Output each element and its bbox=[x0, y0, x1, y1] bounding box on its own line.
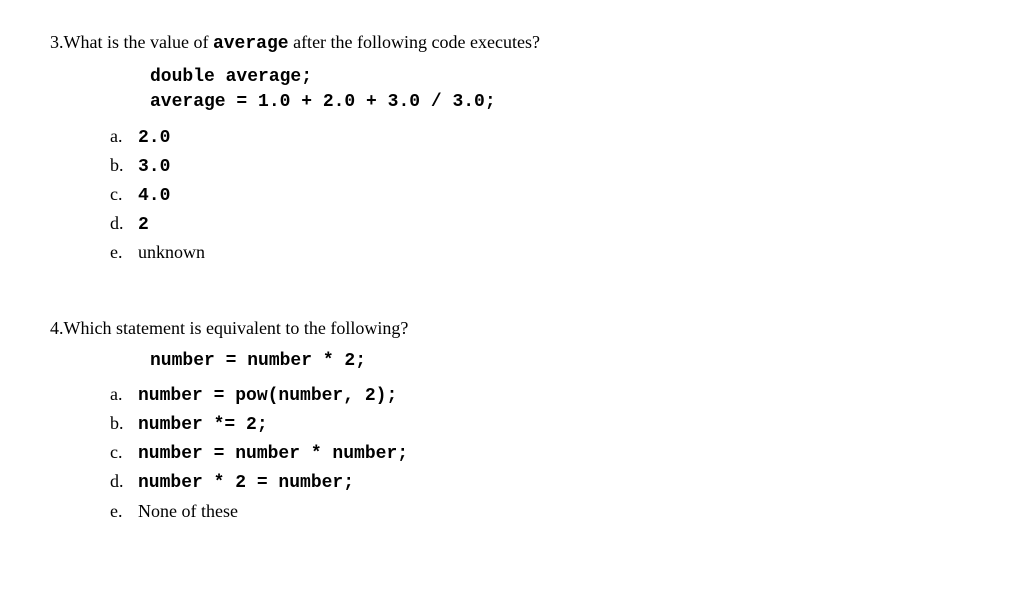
choice-text: number = number * number; bbox=[138, 442, 408, 467]
choice-c: c. number = number * number; bbox=[110, 440, 974, 467]
prompt-post: after the following code executes? bbox=[289, 32, 540, 52]
choice-text: unknown bbox=[138, 240, 205, 265]
choice-d: d. number * 2 = number; bbox=[110, 469, 974, 496]
question-4-prompt: 4.Which statement is equivalent to the f… bbox=[50, 316, 974, 341]
choice-letter: d. bbox=[110, 469, 138, 494]
choice-letter: b. bbox=[110, 411, 138, 436]
choice-b: b. number *= 2; bbox=[110, 411, 974, 438]
question-3: 3.What is the value of average after the… bbox=[50, 30, 974, 266]
question-3-prompt: 3.What is the value of average after the… bbox=[50, 30, 974, 57]
prompt-pre: What is the value of bbox=[64, 32, 213, 52]
choice-letter: c. bbox=[110, 182, 138, 207]
question-4-choices: a. number = pow(number, 2); b. number *=… bbox=[110, 382, 974, 524]
choice-letter: c. bbox=[110, 440, 138, 465]
choice-d: d. 2 bbox=[110, 211, 974, 238]
prompt-code: average bbox=[213, 34, 289, 54]
question-4: 4.Which statement is equivalent to the f… bbox=[50, 316, 974, 524]
choice-b: b. 3.0 bbox=[110, 153, 974, 180]
choice-e: e. unknown bbox=[110, 240, 974, 265]
choice-letter: b. bbox=[110, 153, 138, 178]
choice-text: 2 bbox=[138, 213, 149, 238]
choice-text: 3.0 bbox=[138, 155, 170, 180]
choice-c: c. 4.0 bbox=[110, 182, 974, 209]
choice-letter: a. bbox=[110, 382, 138, 407]
choice-letter: e. bbox=[110, 499, 138, 524]
choice-text: number = pow(number, 2); bbox=[138, 384, 397, 409]
choice-text: None of these bbox=[138, 499, 238, 524]
choice-e: e. None of these bbox=[110, 499, 974, 524]
prompt-text: Which statement is equivalent to the fol… bbox=[64, 318, 409, 338]
choice-letter: d. bbox=[110, 211, 138, 236]
choice-text: 2.0 bbox=[138, 126, 170, 151]
question-number: 4. bbox=[50, 318, 64, 338]
question-4-code: number = number * 2; bbox=[150, 349, 974, 374]
choice-letter: e. bbox=[110, 240, 138, 265]
choice-text: 4.0 bbox=[138, 184, 170, 209]
choice-a: a. 2.0 bbox=[110, 124, 974, 151]
choice-text: number * 2 = number; bbox=[138, 471, 354, 496]
choice-text: number *= 2; bbox=[138, 413, 268, 438]
question-number: 3. bbox=[50, 32, 64, 52]
choice-a: a. number = pow(number, 2); bbox=[110, 382, 974, 409]
question-3-choices: a. 2.0 b. 3.0 c. 4.0 d. 2 e. unknown bbox=[110, 124, 974, 266]
question-3-code: double average; average = 1.0 + 2.0 + 3.… bbox=[150, 65, 974, 115]
choice-letter: a. bbox=[110, 124, 138, 149]
